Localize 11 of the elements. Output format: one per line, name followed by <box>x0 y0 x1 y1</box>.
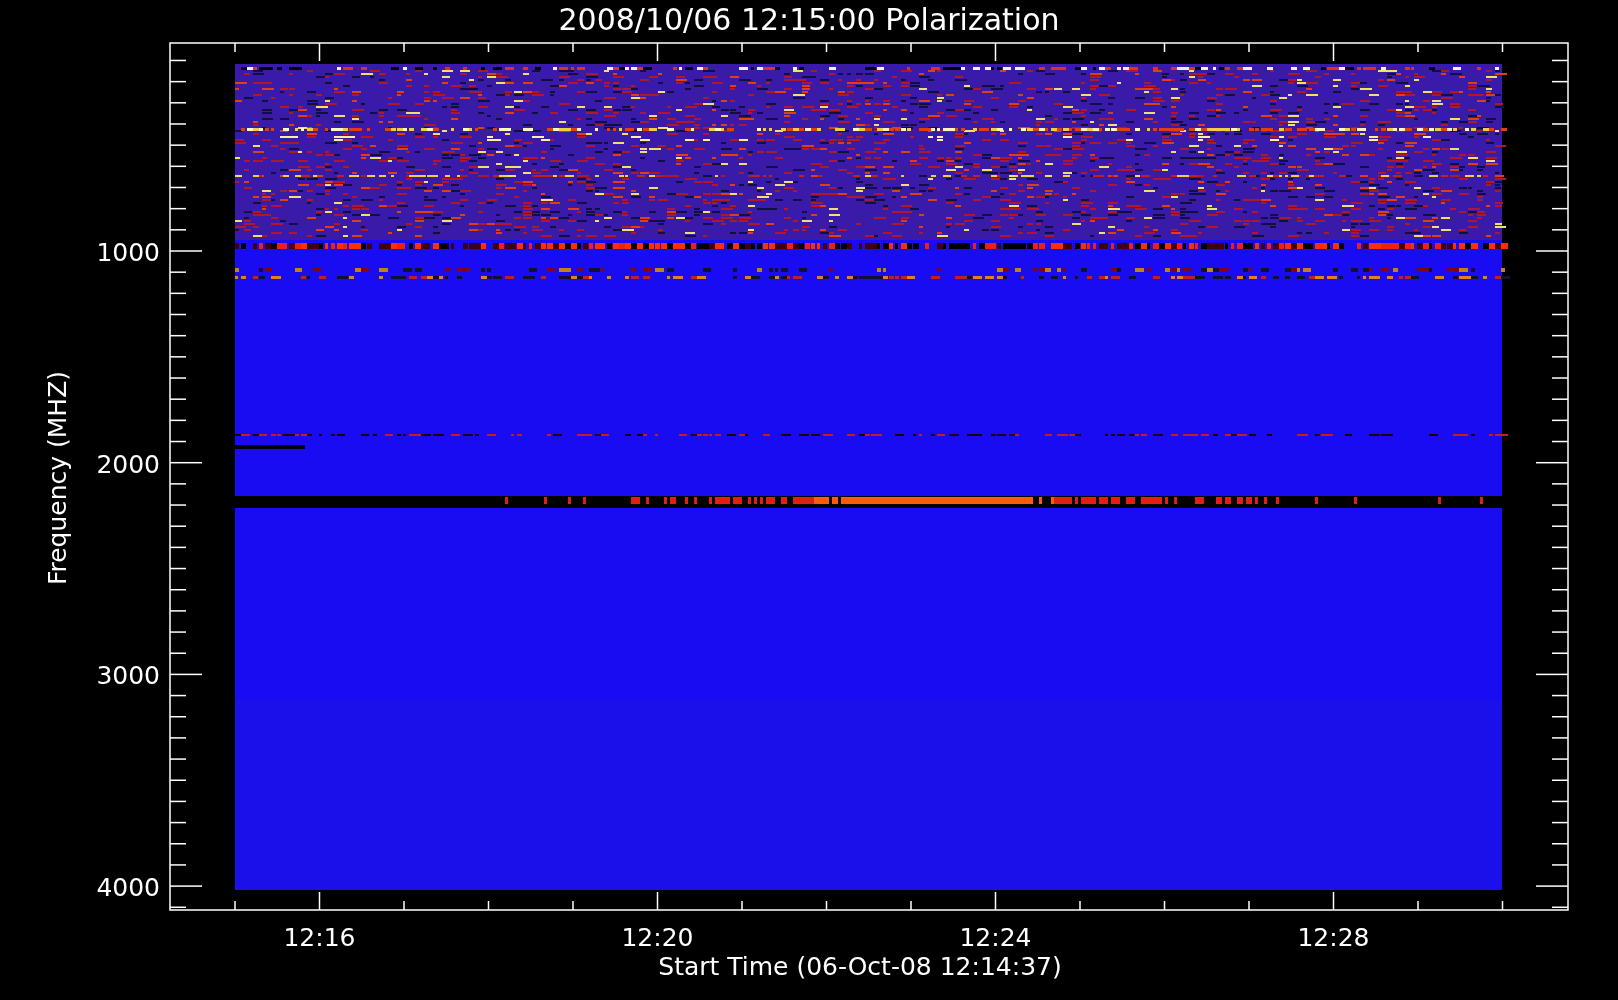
x-tick-label: 12:20 <box>621 923 694 952</box>
plot-title: 2008/10/06 12:15:00 Polarization <box>558 2 1060 37</box>
y-axis-label: Frequency (MHZ) <box>43 370 72 586</box>
x-tick-label: 12:28 <box>1297 923 1370 952</box>
y-tick-label: 4000 <box>96 873 160 903</box>
x-tick-label: 12:16 <box>283 923 356 952</box>
y-tick-label: 3000 <box>96 661 160 691</box>
x-axis-label: Start Time (06-Oct-08 12:14:37) <box>658 952 1062 981</box>
y-tick-label: 1000 <box>96 238 160 267</box>
x-tick-label: 12:24 <box>959 923 1032 952</box>
y-tick-label: 2000 <box>96 449 160 479</box>
